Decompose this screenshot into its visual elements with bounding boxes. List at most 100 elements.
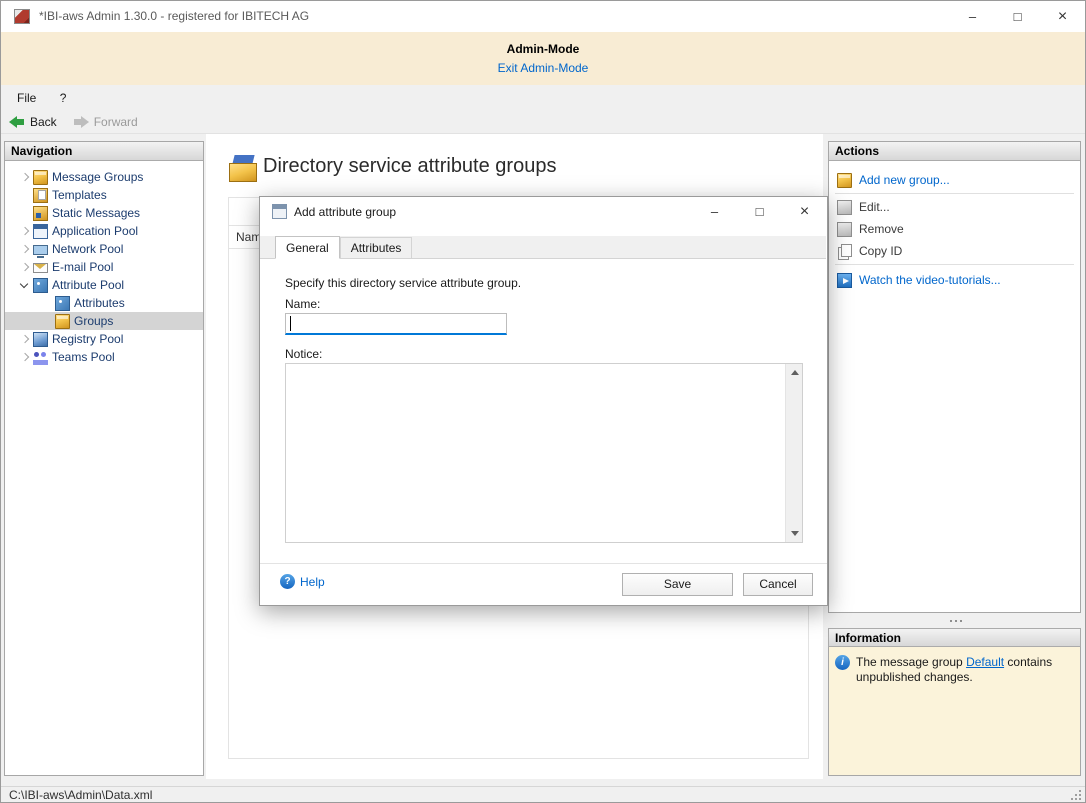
save-button[interactable]: Save [622,573,733,596]
add-group-icon [837,173,852,188]
nav-item-attributes[interactable]: Attributes [5,294,203,312]
action-label: Remove [859,222,904,236]
admin-mode-title: Admin-Mode [1,42,1085,56]
nav-item-message-groups[interactable]: Message Groups [5,168,203,186]
copy-id-action[interactable]: Copy ID [829,240,1080,262]
help-icon [280,574,295,589]
edit-action[interactable]: Edit... [829,196,1080,218]
title-bar: *IBI-aws Admin 1.30.0 - registered for I… [1,1,1085,32]
nav-item-label: Message Groups [52,170,143,184]
scrollbar[interactable] [785,364,802,542]
chevron-right-icon[interactable] [17,169,33,185]
tab-general[interactable]: General [275,236,340,259]
information-panel: The message group Default contains unpub… [828,647,1081,776]
panel-splitter[interactable] [828,613,1081,628]
info-icon [835,655,850,670]
nav-item-email-pool[interactable]: E-mail Pool [5,258,203,276]
nav-item-teams-pool[interactable]: Teams Pool [5,348,203,366]
nav-item-application-pool[interactable]: Application Pool [5,222,203,240]
help-link[interactable]: Help [280,574,325,589]
application-pool-icon [33,224,48,239]
chevron-right-icon[interactable] [17,349,33,365]
nav-item-static-messages[interactable]: Static Messages [5,204,203,222]
dialog-tabs: General Attributes [260,236,826,259]
back-arrow-icon [9,116,25,128]
back-button[interactable]: Back [1,111,65,134]
nav-item-groups[interactable]: Groups [5,312,203,330]
remove-action[interactable]: Remove [829,218,1080,240]
resize-grip-icon[interactable] [1070,789,1082,801]
dialog-maximize-icon[interactable]: □ [737,197,782,227]
menu-bar: File ? [1,85,1085,111]
copy-id-icon [837,244,852,259]
chevron-spacer [17,205,33,221]
chevron-right-icon[interactable] [17,223,33,239]
minimize-icon[interactable]: – [950,1,995,32]
nav-item-templates[interactable]: Templates [5,186,203,204]
email-pool-icon [33,263,48,273]
menu-file[interactable]: File [7,85,46,111]
information-panel-header: Information [828,628,1081,647]
nav-item-label: Static Messages [52,206,140,220]
information-text: The message group Default contains unpub… [856,655,1056,775]
groups-icon [55,314,70,329]
menu-help[interactable]: ? [50,85,77,111]
scroll-up-icon[interactable] [786,364,803,381]
nav-item-network-pool[interactable]: Network Pool [5,240,203,258]
actions-separator [835,193,1074,194]
forward-label: Forward [94,115,138,129]
nav-item-label: Network Pool [52,242,123,256]
admin-mode-banner: Admin-Mode Exit Admin-Mode [1,32,1085,85]
actions-separator [835,264,1074,265]
chevron-down-icon[interactable] [17,277,33,293]
forward-arrow-icon [73,116,89,128]
attribute-groups-icon [229,155,259,182]
page-title: Directory service attribute groups [263,155,556,178]
nav-item-label: Teams Pool [52,350,115,364]
chevron-right-icon[interactable] [17,331,33,347]
default-group-link[interactable]: Default [966,655,1004,669]
attributes-icon [55,296,70,311]
app-icon [14,9,30,24]
cancel-button[interactable]: Cancel [743,573,813,596]
exit-admin-mode-link[interactable]: Exit Admin-Mode [1,61,1085,75]
registry-pool-icon [33,332,48,347]
add-new-group-link[interactable]: Add new group... [829,169,1080,191]
dialog-minimize-icon[interactable]: – [692,197,737,227]
name-input[interactable] [285,313,507,335]
window-controls: – □ × [950,1,1085,32]
actions-panel: Actions Add new group... Edit... Remove [828,141,1081,613]
right-panel: Actions Add new group... Edit... Remove [828,141,1081,776]
dialog-title: Add attribute group [294,197,396,227]
scroll-down-icon[interactable] [786,525,803,542]
chevron-right-icon[interactable] [17,241,33,257]
dialog-footer: Help Save Cancel [260,563,827,605]
chevron-spacer [17,187,33,203]
nav-item-label: E-mail Pool [52,260,113,274]
nav-item-registry-pool[interactable]: Registry Pool [5,330,203,348]
watch-video-tutorials-link[interactable]: Watch the video-tutorials... [829,269,1080,291]
action-label: Edit... [859,200,890,214]
nav-item-label: Attributes [74,296,125,310]
close-icon[interactable]: × [1040,1,1085,32]
dialog-close-icon[interactable]: × [782,197,827,227]
information-header: Information [828,628,1081,647]
dialog-title-bar: Add attribute group – □ × [260,197,827,227]
toolbar: Back Forward [1,111,1085,134]
window-title: *IBI-aws Admin 1.30.0 - registered for I… [39,1,309,32]
chevron-right-icon[interactable] [17,259,33,275]
action-label: Copy ID [859,244,902,258]
network-pool-icon [33,245,48,255]
tab-attributes[interactable]: Attributes [340,237,413,258]
video-icon [837,273,852,288]
maximize-icon[interactable]: □ [995,1,1040,32]
dialog-window-controls: – □ × [692,197,827,227]
notice-textarea[interactable] [286,364,785,542]
nav-item-attribute-pool[interactable]: Attribute Pool [5,276,203,294]
forward-button[interactable]: Forward [65,111,146,134]
action-label: Watch the video-tutorials... [859,273,1001,287]
remove-icon [837,222,852,237]
dialog-icon [272,204,287,219]
navigation-tree: Message Groups Templates Static Messages… [5,161,203,366]
navigation-panel: Navigation Message Groups Templates Stat… [4,141,204,776]
